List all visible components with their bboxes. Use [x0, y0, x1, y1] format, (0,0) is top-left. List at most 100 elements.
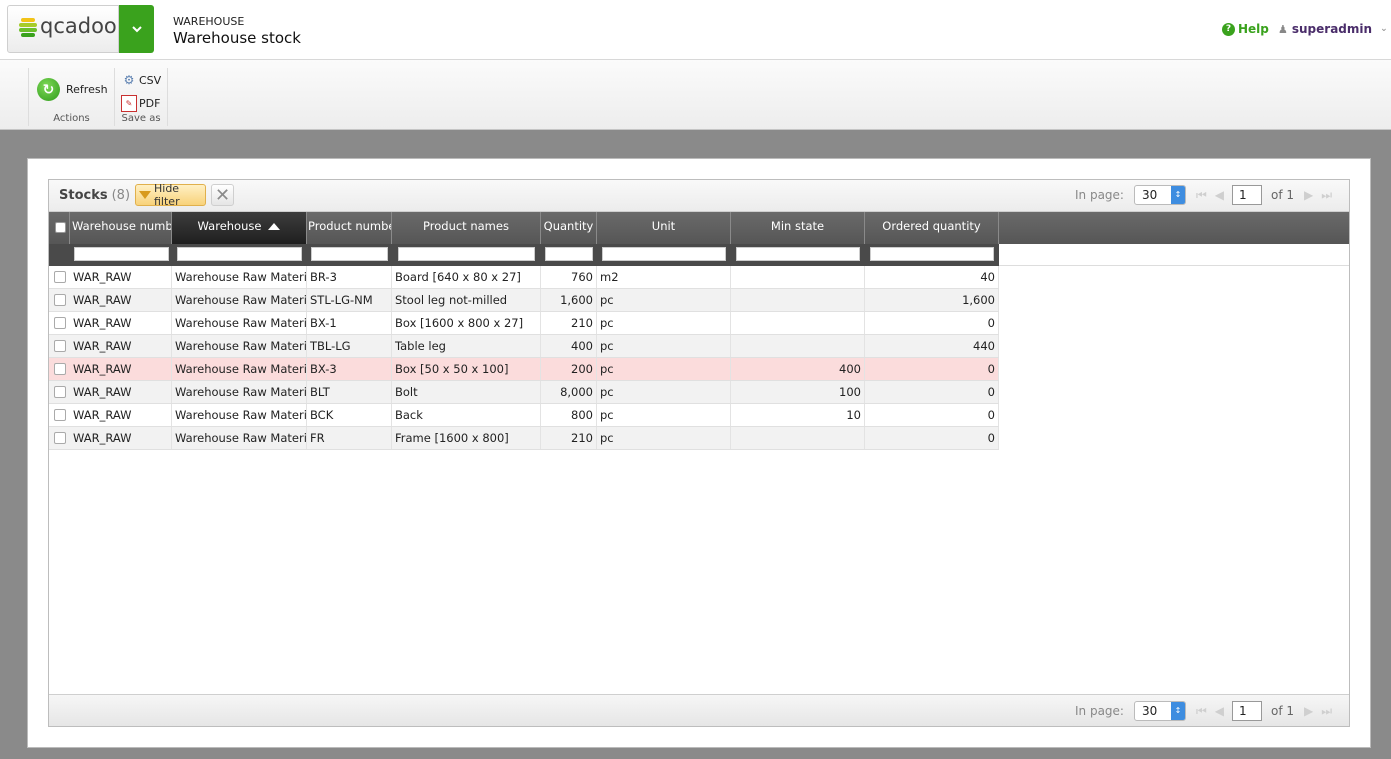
chevron-down-icon: [131, 26, 142, 33]
in-page-label: In page:: [1075, 188, 1124, 202]
table-row[interactable]: WAR_RAWWarehouse Raw MaterialsFRFrame [1…: [49, 427, 999, 450]
filter-min-state[interactable]: [736, 247, 860, 261]
page-of-label: of 1: [1271, 188, 1295, 202]
export-csv-button[interactable]: ⚙ CSV: [121, 72, 162, 88]
column-product-names[interactable]: Product names: [392, 212, 541, 244]
user-name: superadmin: [1291, 22, 1373, 36]
select-all-column[interactable]: [49, 212, 70, 244]
column-warehouse[interactable]: Warehouse: [172, 212, 307, 244]
cell-min-state: [731, 289, 865, 311]
cell-product-number: BX-1: [307, 312, 392, 334]
cell-warehouse: Warehouse Raw Materials: [172, 312, 307, 334]
row-checkbox[interactable]: [54, 317, 66, 329]
column-ordered-quantity[interactable]: Ordered quantity: [865, 212, 999, 244]
cell-ordered-quantity: 0: [865, 358, 999, 380]
filter-warehouse-number[interactable]: [74, 247, 169, 261]
next-page-icon[interactable]: ▶: [1304, 188, 1313, 202]
table-row[interactable]: WAR_RAWWarehouse Raw MaterialsSTL-LG-NMS…: [49, 289, 999, 312]
pdf-icon: ✎: [121, 95, 137, 112]
cell-min-state: [731, 335, 865, 357]
column-warehouse-number[interactable]: Warehouse numbe: [70, 212, 172, 244]
current-page-input[interactable]: 1: [1232, 701, 1263, 721]
filter-warehouse[interactable]: [177, 247, 302, 261]
filter-icon: [139, 191, 151, 199]
table-row[interactable]: WAR_RAWWarehouse Raw MaterialsBR-3Board …: [49, 266, 999, 289]
row-checkbox[interactable]: [54, 432, 66, 444]
prev-page-icon[interactable]: ◀: [1215, 704, 1224, 718]
filter-ordered-quantity[interactable]: [870, 247, 994, 261]
cell-quantity: 800: [541, 404, 597, 426]
first-page-icon[interactable]: ⏮: [1196, 188, 1207, 203]
main-menu-button[interactable]: [119, 5, 154, 53]
table-row[interactable]: WAR_RAWWarehouse Raw MaterialsBCKBack800…: [49, 404, 999, 427]
sort-ascending-icon: [268, 223, 281, 230]
cell-quantity: 8,000: [541, 381, 597, 403]
column-quantity[interactable]: Quantity: [541, 212, 597, 244]
cell-min-state: 100: [731, 381, 865, 403]
clear-filter-button[interactable]: ✕: [211, 184, 234, 206]
ribbon-group-label: Save as: [121, 113, 161, 124]
filter-row: [49, 244, 1349, 266]
column-min-state[interactable]: Min state: [731, 212, 865, 244]
cell-product-number: BX-3: [307, 358, 392, 380]
next-page-icon[interactable]: ▶: [1304, 704, 1313, 718]
select-all-checkbox[interactable]: [55, 222, 66, 233]
grid-footer: In page: 30 ↕ ⏮ ◀ 1 of 1 ▶ ⏭: [49, 694, 1349, 726]
caret-down-icon: ⌄: [1380, 24, 1388, 34]
select-arrows-icon: ↕: [1170, 186, 1185, 204]
ribbon-group-actions: ↻ Refresh Actions: [28, 68, 114, 126]
filter-unit[interactable]: [602, 247, 726, 261]
cell-ordered-quantity: 40: [865, 266, 999, 288]
column-product-number[interactable]: Product numbe: [307, 212, 392, 244]
filter-product-names[interactable]: [398, 247, 535, 261]
row-checkbox[interactable]: [54, 409, 66, 421]
user-menu[interactable]: ♟ superadmin ⌄: [1278, 22, 1388, 36]
first-page-icon[interactable]: ⏮: [1196, 704, 1207, 719]
refresh-button[interactable]: ↻ Refresh: [37, 78, 108, 101]
pager-bottom: In page: 30 ↕ ⏮ ◀ 1 of 1 ▶ ⏭: [1075, 701, 1332, 721]
breadcrumb-parent[interactable]: WAREHOUSE: [173, 15, 244, 28]
refresh-label: Refresh: [66, 83, 108, 96]
cell-unit: pc: [597, 427, 731, 449]
last-page-icon[interactable]: ⏭: [1321, 704, 1332, 719]
cell-quantity: 210: [541, 312, 597, 334]
cell-warehouse: Warehouse Raw Materials: [172, 289, 307, 311]
cell-quantity: 400: [541, 335, 597, 357]
row-checkbox[interactable]: [54, 340, 66, 352]
cell-product-name: Bolt: [392, 381, 541, 403]
prev-page-icon[interactable]: ◀: [1215, 188, 1224, 202]
table-row[interactable]: WAR_RAWWarehouse Raw MaterialsBLTBolt8,0…: [49, 381, 999, 404]
cell-unit: pc: [597, 335, 731, 357]
hide-filter-button[interactable]: Hide filter: [135, 182, 206, 208]
qcadoo-logo[interactable]: qcadoo: [7, 5, 119, 53]
cell-warehouse: Warehouse Raw Materials: [172, 266, 307, 288]
cell-warehouse-number: WAR_RAW: [70, 266, 172, 288]
row-checkbox[interactable]: [54, 363, 66, 375]
help-link[interactable]: ? Help: [1222, 22, 1269, 36]
column-unit[interactable]: Unit: [597, 212, 731, 244]
cell-warehouse-number: WAR_RAW: [70, 335, 172, 357]
filter-quantity[interactable]: [545, 247, 593, 261]
row-checkbox[interactable]: [54, 386, 66, 398]
csv-icon: ⚙: [123, 73, 135, 87]
current-page-input[interactable]: 1: [1232, 185, 1263, 205]
cell-warehouse-number: WAR_RAW: [70, 289, 172, 311]
page-title: Warehouse stock: [173, 29, 301, 47]
page-size-select[interactable]: 30 ↕: [1133, 701, 1186, 721]
grid-count: (8): [111, 188, 131, 203]
table-row[interactable]: WAR_RAWWarehouse Raw MaterialsTBL-LGTabl…: [49, 335, 999, 358]
help-label: Help: [1238, 22, 1269, 36]
cell-warehouse: Warehouse Raw Materials: [172, 427, 307, 449]
row-checkbox[interactable]: [54, 294, 66, 306]
export-pdf-button[interactable]: ✎ PDF: [121, 95, 160, 112]
table-row[interactable]: WAR_RAWWarehouse Raw MaterialsBX-1Box [1…: [49, 312, 999, 335]
main-panel: Stocks (8) Hide filter ✕ In page: 30 ↕ ⏮ …: [27, 158, 1371, 748]
page-size-value: 30: [1141, 704, 1158, 718]
row-checkbox[interactable]: [54, 271, 66, 283]
page-size-select[interactable]: 30 ↕: [1133, 185, 1186, 205]
filter-product-number[interactable]: [311, 247, 388, 261]
table-row[interactable]: WAR_RAWWarehouse Raw MaterialsBX-3Box [5…: [49, 358, 999, 381]
cell-product-number: FR: [307, 427, 392, 449]
last-page-icon[interactable]: ⏭: [1321, 188, 1332, 203]
cell-ordered-quantity: 0: [865, 381, 999, 403]
